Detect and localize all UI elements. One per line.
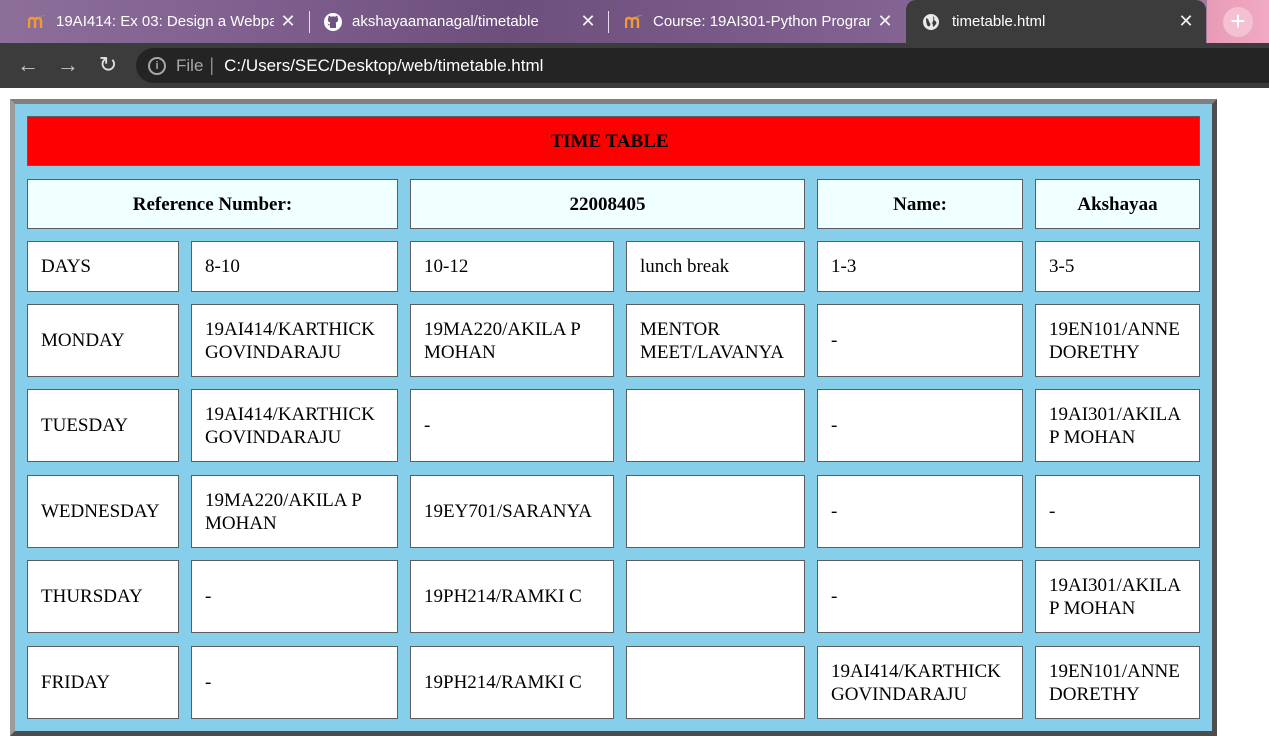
url-separator: | <box>209 55 215 75</box>
timetable-header-cell: lunch break <box>626 241 805 292</box>
timetable-cell: 19EN101/ANNE DORETHY <box>1035 304 1200 377</box>
timetable-cell: 19EY701/SARANYA <box>410 475 614 548</box>
timetable-cell: - <box>191 646 398 719</box>
name-value: Akshayaa <box>1035 179 1200 229</box>
close-icon[interactable]: ✕ <box>274 11 302 32</box>
timetable-table: TIME TABLE Reference Number: 22008405 Na… <box>10 99 1217 736</box>
close-icon[interactable]: ✕ <box>1172 11 1200 32</box>
globe-icon <box>922 13 940 31</box>
timetable-cell: 19PH214/RAMKI C <box>410 646 614 719</box>
address-bar[interactable]: i File | C:/Users/SEC/Desktop/web/timeta… <box>136 48 1269 83</box>
day-cell-monday: MONDAY <box>27 304 179 377</box>
info-icon[interactable]: i <box>148 56 166 75</box>
url-scheme: File <box>176 55 204 75</box>
timetable-cell: 19AI301/AKILA P MOHAN <box>1035 560 1200 633</box>
timetable-cell: - <box>817 560 1023 633</box>
tab-timetable-html[interactable]: timetable.html ✕ <box>906 0 1206 43</box>
timetable-header-cell: 8-10 <box>191 241 398 292</box>
timetable-cell: - <box>817 389 1023 462</box>
timetable-cell: 19EN101/ANNE DORETHY <box>1035 646 1200 719</box>
timetable-cell: 19AI414/KARTHICK GOVINDARAJU <box>191 304 398 377</box>
timetable-cell: - <box>1035 475 1200 548</box>
timetable-cell: 19AI301/AKILA P MOHAN <box>1035 389 1200 462</box>
day-cell-friday: FRIDAY <box>27 646 179 719</box>
reference-value: 22008405 <box>410 179 805 229</box>
timetable-cell: 19MA220/AKILA P MOHAN <box>410 304 614 377</box>
close-icon[interactable]: ✕ <box>871 11 899 32</box>
timetable-header-cell: 1-3 <box>817 241 1023 292</box>
timetable-cell: 19PH214/RAMKI C <box>410 560 614 633</box>
timetable-cell: 19AI414/KARTHICK GOVINDARAJU <box>191 389 398 462</box>
moodle-icon <box>625 13 643 31</box>
timetable-cell <box>626 560 805 633</box>
timetable-header-cell: 3-5 <box>1035 241 1200 292</box>
timetable-header-cell: 10-12 <box>410 241 614 292</box>
reference-label: Reference Number: <box>27 179 398 229</box>
timetable-cell: MENTOR MEET/LAVANYA <box>626 304 805 377</box>
timetable-cell <box>626 475 805 548</box>
url-text[interactable]: C:/Users/SEC/Desktop/web/timetable.html <box>224 56 543 76</box>
day-cell-thursday: THURSDAY <box>27 560 179 633</box>
timetable-title: TIME TABLE <box>27 116 1200 166</box>
reload-button[interactable]: ↻ <box>93 50 123 80</box>
page-top-gap <box>0 88 1269 99</box>
tab-title: timetable.html <box>952 13 1046 30</box>
moodle-icon <box>28 13 46 31</box>
day-cell-wednesday: WEDNESDAY <box>27 475 179 548</box>
new-tab-button[interactable]: + <box>1207 0 1269 43</box>
day-cell-tuesday: TUESDAY <box>27 389 179 462</box>
tab-title: Course: 19AI301-Python Program <box>653 13 871 30</box>
timetable-header-cell: DAYS <box>27 241 179 292</box>
name-label: Name: <box>817 179 1023 229</box>
page-content: TIME TABLE Reference Number: 22008405 Na… <box>0 99 1269 755</box>
timetable-cell <box>626 646 805 719</box>
timetable-cell: - <box>410 389 614 462</box>
timetable-cell: 19MA220/AKILA P MOHAN <box>191 475 398 548</box>
timetable-cell: - <box>191 560 398 633</box>
timetable-cell: 19AI414/KARTHICK GOVINDARAJU <box>817 646 1023 719</box>
back-button[interactable]: ← <box>13 50 43 80</box>
address-toolbar: ← → ↻ i File | C:/Users/SEC/Desktop/web/… <box>0 43 1269 88</box>
timetable-cell <box>626 389 805 462</box>
tab-github-timetable[interactable]: akshayaamanagal/timetable ✕ <box>310 0 608 43</box>
timetable-cell: - <box>817 475 1023 548</box>
plus-icon: + <box>1223 6 1253 37</box>
tab-title: 19AI414: Ex 03: Design a Webpag <box>56 13 274 30</box>
tab-ex03[interactable]: 19AI414: Ex 03: Design a Webpag ✕ <box>0 0 308 43</box>
tab-course-python[interactable]: Course: 19AI301-Python Program ✕ <box>609 0 905 43</box>
forward-button[interactable]: → <box>53 50 83 80</box>
tab-strip: 19AI414: Ex 03: Design a Webpag ✕ akshay… <box>0 0 1269 43</box>
timetable-cell: - <box>817 304 1023 377</box>
close-icon[interactable]: ✕ <box>574 11 602 32</box>
tab-title: akshayaamanagal/timetable <box>352 13 539 30</box>
github-icon <box>324 12 342 31</box>
